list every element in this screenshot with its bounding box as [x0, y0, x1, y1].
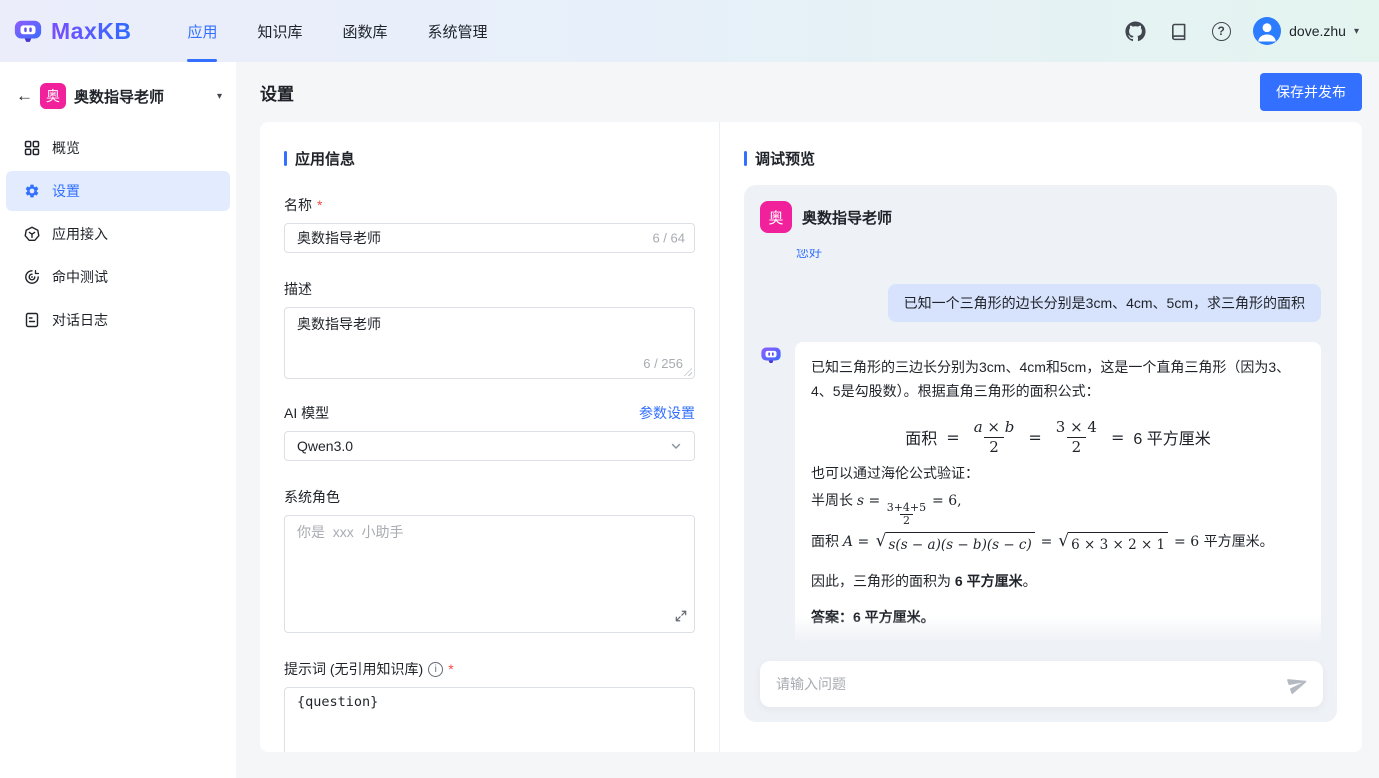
nav-item-apps[interactable]: 应用: [167, 0, 237, 62]
app-info-pane: 应用信息 名称* 6 / 64 描述 奥数指导老师 6 / 256 AI 模型: [260, 122, 720, 752]
chevron-down-icon: [670, 440, 682, 452]
chat-messages[interactable]: 奥 奥数指导老师 您好 已知一个三角形的边长分别是3cm、4cm、5cm，求三角…: [744, 185, 1337, 646]
settings-card: 应用信息 名称* 6 / 64 描述 奥数指导老师 6 / 256 AI 模型: [260, 122, 1362, 752]
app-name: 奥数指导老师: [74, 86, 217, 107]
grid-icon: [24, 140, 40, 156]
knowledge-sources-row: 知识来源 ❝ 引用分段 0: [811, 641, 1305, 646]
params-settings-link[interactable]: 参数设置: [639, 403, 695, 423]
caret-down-icon: ▾: [217, 91, 222, 102]
ai-robot-icon: [760, 344, 782, 369]
ai-paragraph: 已知三角形的三边长分别为3cm、4cm和5cm，这是一个直角三角形（因为3、4、…: [811, 356, 1305, 404]
app-sidebar: ← 奥 奥数指导老师 ▾ 概览 设置: [0, 62, 236, 778]
model-select-value: Qwen3.0: [297, 438, 353, 454]
section-debug-preview: 调试预览: [744, 148, 1337, 169]
app-switcher[interactable]: ← 奥 奥数指导老师 ▾: [0, 76, 236, 116]
expand-icon[interactable]: [675, 609, 687, 625]
desc-textarea[interactable]: 奥数指导老师: [284, 307, 695, 379]
ai-message-card: 已知三角形的三边长分别为3cm、4cm和5cm，这是一个直角三角形（因为3、4、…: [795, 342, 1321, 646]
docs-icon[interactable]: [1167, 20, 1189, 42]
chat-app-icon: 奥: [760, 201, 792, 233]
sidebar-item-overview[interactable]: 概览: [6, 128, 230, 168]
user-menu[interactable]: dove.zhu ▾: [1253, 17, 1359, 45]
gear-icon: [24, 183, 40, 199]
nav-item-functions[interactable]: 函数库: [323, 0, 408, 62]
box-icon: [24, 226, 40, 242]
required-mark: *: [448, 661, 453, 677]
prompt-textarea[interactable]: {question}: [284, 687, 695, 752]
heron-semi-perimeter: 半周长 s = 3+4+52 = 6,: [811, 488, 1305, 527]
caret-down-icon: ▾: [1354, 26, 1359, 37]
name-label: 名称*: [284, 195, 695, 215]
maxkb-logo[interactable]: MaxKB: [13, 16, 131, 46]
main-nav: 应用 知识库 函数库 系统管理: [167, 0, 507, 62]
debug-preview-pane: 调试预览 奥 奥数指导老师 您好 已知一个三角形的边长分别是3cm、4cm、5c…: [720, 122, 1362, 752]
ai-answer: 答案：6 平方厘米。: [811, 606, 1305, 630]
chat-app-title: 奥数指导老师: [802, 207, 892, 228]
sidebar-item-hit-test[interactable]: 命中测试: [6, 257, 230, 297]
clipped-link-fragment[interactable]: 您好: [796, 249, 830, 258]
model-select[interactable]: Qwen3.0: [284, 431, 695, 461]
sidebar-item-settings[interactable]: 设置: [6, 171, 230, 211]
question-input[interactable]: [776, 676, 1287, 692]
desc-label: 描述: [284, 279, 695, 299]
sidebar-item-chat-logs[interactable]: 对话日志: [6, 300, 230, 340]
nav-item-system[interactable]: 系统管理: [408, 0, 508, 62]
github-icon[interactable]: [1124, 20, 1146, 42]
name-input[interactable]: [284, 223, 695, 253]
section-accent-bar: [284, 151, 287, 166]
document-icon: [24, 312, 40, 328]
section-accent-bar: [744, 151, 747, 166]
role-label: 系统角色: [284, 487, 695, 507]
maxkb-robot-icon: [13, 16, 43, 46]
app-icon: 奥: [40, 83, 66, 109]
target-icon: [24, 269, 40, 285]
nav-item-knowledge[interactable]: 知识库: [237, 0, 322, 62]
section-app-info: 应用信息: [284, 148, 695, 169]
sidebar-item-app-access[interactable]: 应用接入: [6, 214, 230, 254]
chat-preview: 奥 奥数指导老师 您好 已知一个三角形的边长分别是3cm、4cm、5cm，求三角…: [744, 185, 1337, 722]
required-mark: *: [317, 197, 322, 213]
user-avatar: [1253, 17, 1281, 45]
user-message-bubble: 已知一个三角形的边长分别是3cm、4cm、5cm，求三角形的面积: [888, 284, 1321, 322]
info-icon[interactable]: i: [428, 662, 443, 677]
user-name: dove.zhu: [1289, 23, 1346, 39]
system-role-textarea[interactable]: [284, 515, 695, 633]
ai-paragraph: 也可以通过海伦公式验证：: [811, 462, 1305, 486]
back-arrow-icon[interactable]: ←: [16, 86, 40, 106]
save-publish-button[interactable]: 保存并发布: [1260, 73, 1362, 111]
chat-input-bar: [760, 661, 1323, 707]
model-label: AI 模型: [284, 403, 329, 423]
page-title: 设置: [260, 80, 294, 105]
send-icon[interactable]: [1287, 673, 1309, 695]
logo-wordmark: MaxKB: [51, 18, 131, 45]
top-navbar: MaxKB 应用 知识库 函数库 系统管理 ? dove.zhu ▾: [0, 0, 1379, 62]
ai-conclusion: 因此，三角形的面积为 6 平方厘米。: [811, 570, 1305, 594]
area-formula: 面积= a × b2 = 3 × 42 = 6 平方厘米: [811, 418, 1305, 457]
prompt-label: 提示词 (无引用知识库) i *: [284, 659, 695, 679]
heron-area-formula: 面积 A = √s(s − a)(s − b)(s − c) = √6 × 3 …: [811, 529, 1305, 558]
help-icon[interactable]: ?: [1210, 20, 1232, 42]
